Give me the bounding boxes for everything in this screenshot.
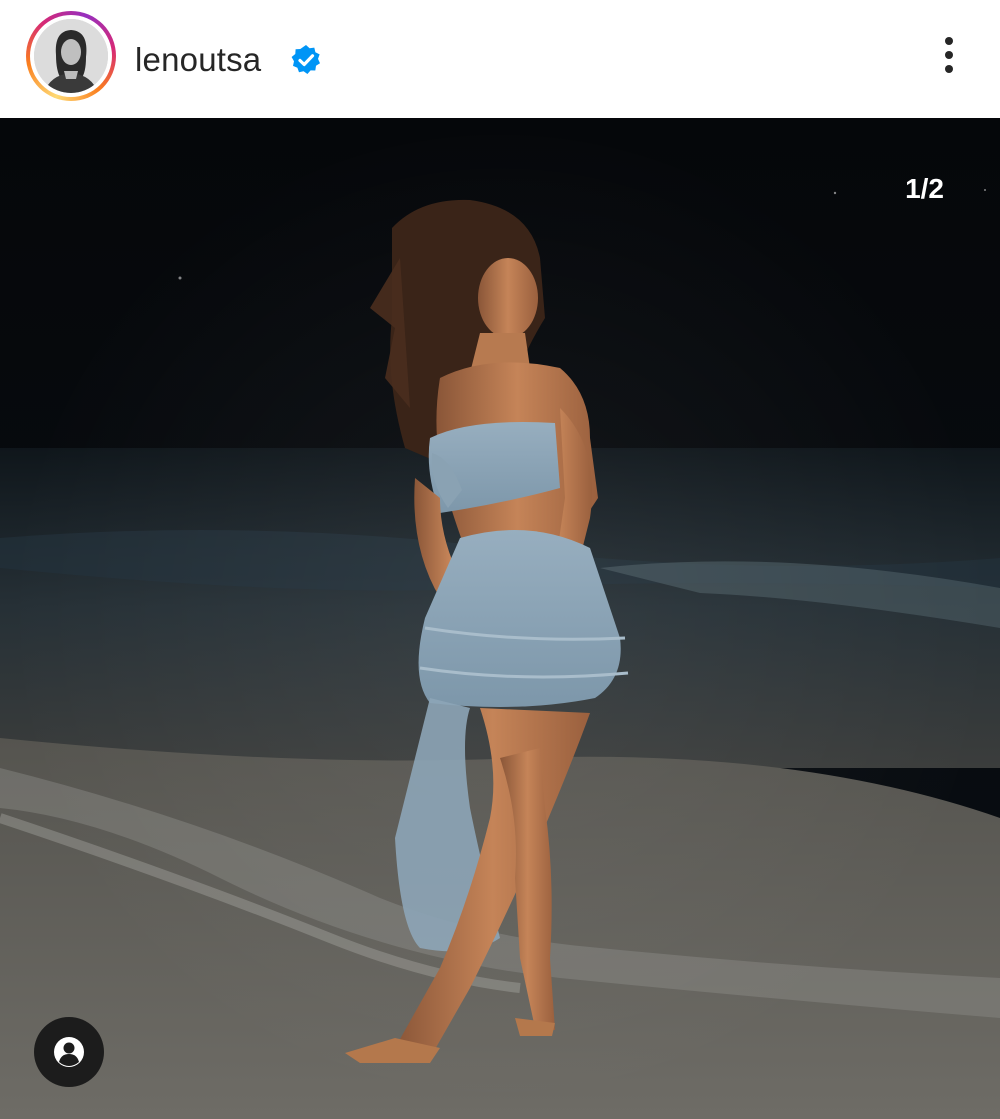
avatar-image (34, 19, 108, 93)
post-photo[interactable]: 1/2 (0, 118, 1000, 1119)
carousel-counter: 1/2 (905, 173, 944, 204)
user-tags-icon (54, 1037, 84, 1067)
post-header: lenoutsa (0, 0, 1000, 118)
user-tags-button[interactable] (34, 1017, 104, 1087)
avatar[interactable] (34, 19, 108, 93)
more-options-icon[interactable] (932, 34, 966, 76)
profile-avatar-story-ring[interactable] (26, 11, 116, 101)
username[interactable]: lenoutsa (135, 40, 261, 80)
verified-badge-icon (291, 45, 320, 74)
beach-night-photo (0, 118, 1000, 1119)
